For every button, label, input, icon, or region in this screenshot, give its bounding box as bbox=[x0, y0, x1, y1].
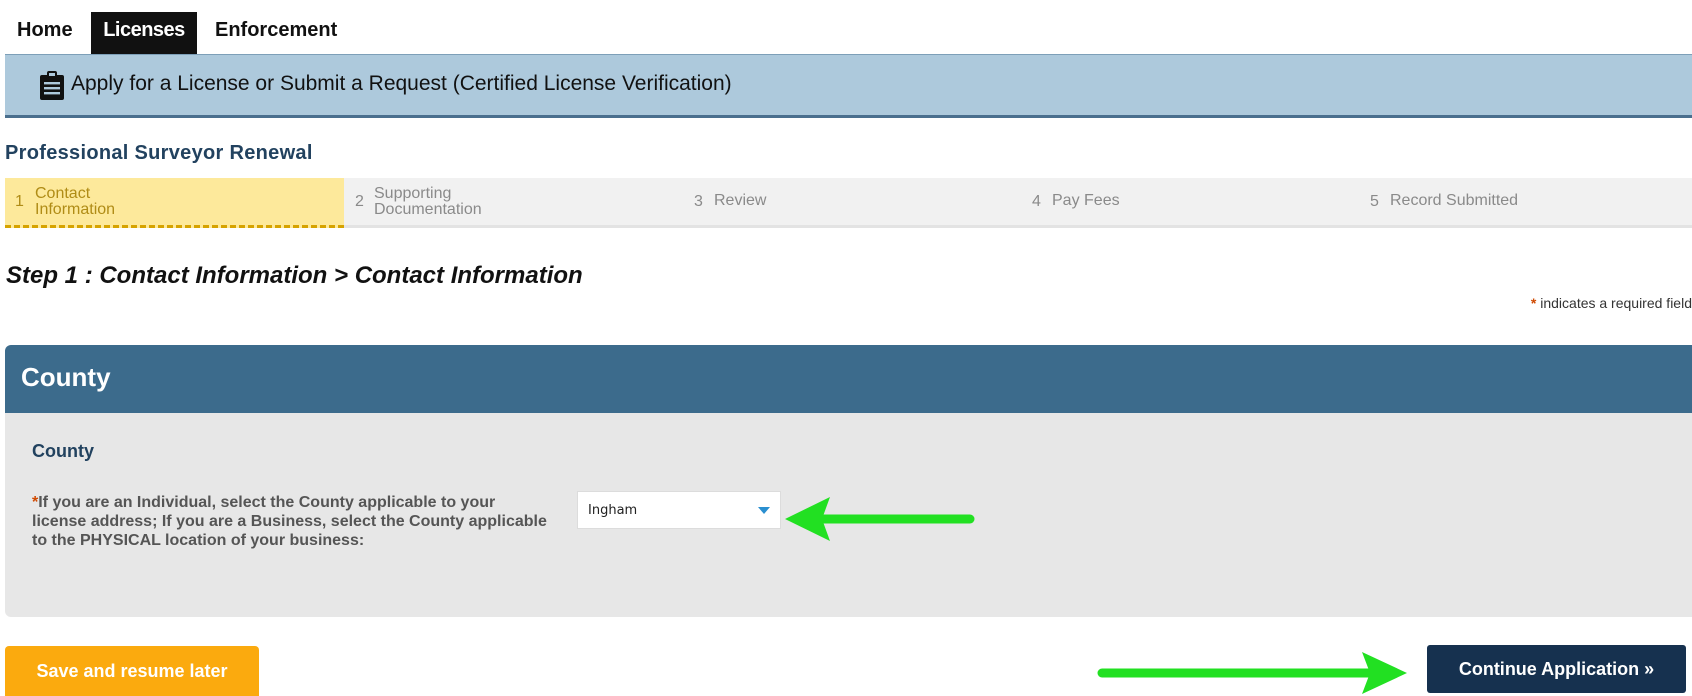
county-select-value: Ingham bbox=[588, 503, 638, 518]
chevron-down-icon bbox=[758, 507, 770, 514]
step-progress-bar: 1 Contact Information 2 Supporting Docum… bbox=[5, 178, 1692, 228]
annotation-arrow-left bbox=[785, 497, 975, 541]
step-number: 4 bbox=[1032, 193, 1041, 210]
clipboard-icon bbox=[40, 71, 64, 100]
step-label: Contact Information bbox=[35, 185, 116, 218]
continue-application-button[interactable]: Continue Application » bbox=[1427, 645, 1686, 693]
top-nav: Home Licenses Enforcement bbox=[0, 0, 1692, 62]
step-4: 4 Pay Fees bbox=[1022, 178, 1360, 228]
step-label: Review bbox=[714, 192, 767, 209]
step-3: 3 Review bbox=[684, 178, 1022, 228]
record-title: Professional Surveyor Renewal bbox=[5, 142, 313, 164]
annotation-arrow-right bbox=[1097, 652, 1407, 694]
required-star: * bbox=[1530, 295, 1537, 311]
tab-enforcement[interactable]: Enforcement bbox=[215, 12, 337, 54]
required-field-note: * indicates a required field bbox=[1531, 295, 1692, 311]
step-number: 5 bbox=[1370, 193, 1379, 210]
tab-licenses[interactable]: Licenses bbox=[91, 12, 197, 62]
step-label: Record Submitted bbox=[1390, 192, 1519, 209]
page-banner: Apply for a License or Submit a Request … bbox=[5, 54, 1692, 118]
banner-title: Apply for a License or Submit a Request … bbox=[71, 72, 732, 95]
county-section-header: County bbox=[5, 345, 1692, 413]
step-label: Supporting Documentation bbox=[374, 185, 482, 218]
step-number: 2 bbox=[355, 193, 364, 210]
step-label: Pay Fees bbox=[1052, 192, 1120, 209]
step-2: 2 Supporting Documentation bbox=[344, 178, 684, 228]
county-field-label: *If you are an Individual, select the Co… bbox=[32, 493, 552, 550]
section-title: County bbox=[21, 362, 111, 392]
county-subtitle: County bbox=[32, 441, 94, 461]
step-number: 1 bbox=[15, 193, 24, 210]
save-and-resume-later-button[interactable]: Save and resume later bbox=[5, 646, 259, 696]
county-select[interactable]: Ingham bbox=[577, 491, 781, 529]
step-heading: Step 1 : Contact Information > Contact I… bbox=[6, 262, 583, 289]
step-5: 5 Record Submitted bbox=[1360, 178, 1692, 228]
step-1: 1 Contact Information bbox=[5, 178, 344, 228]
step-number: 3 bbox=[694, 193, 703, 210]
required-note-text: indicates a required field bbox=[1540, 295, 1692, 311]
county-field-label-text: If you are an Individual, select the Cou… bbox=[32, 494, 547, 549]
tab-home[interactable]: Home bbox=[17, 12, 73, 54]
tab-licenses-label: Licenses bbox=[103, 19, 185, 41]
